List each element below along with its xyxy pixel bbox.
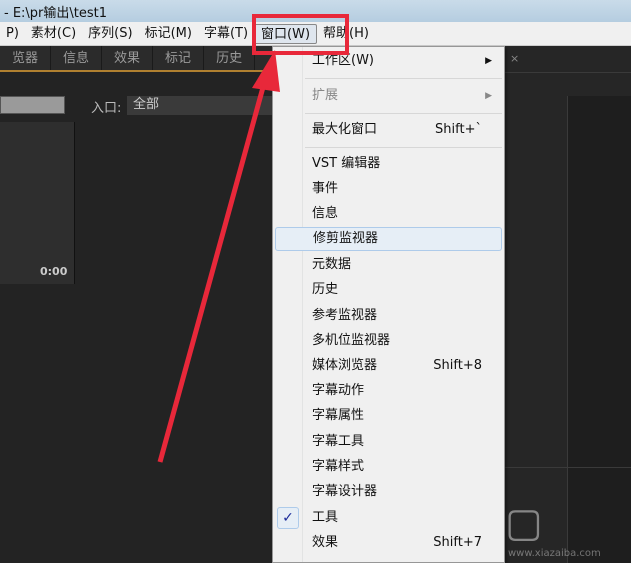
annotation-arrow bbox=[157, 50, 280, 463]
watermark-logo: ▢ bbox=[505, 500, 543, 546]
watermark-url: www.xiazaiba.com bbox=[508, 548, 601, 559]
